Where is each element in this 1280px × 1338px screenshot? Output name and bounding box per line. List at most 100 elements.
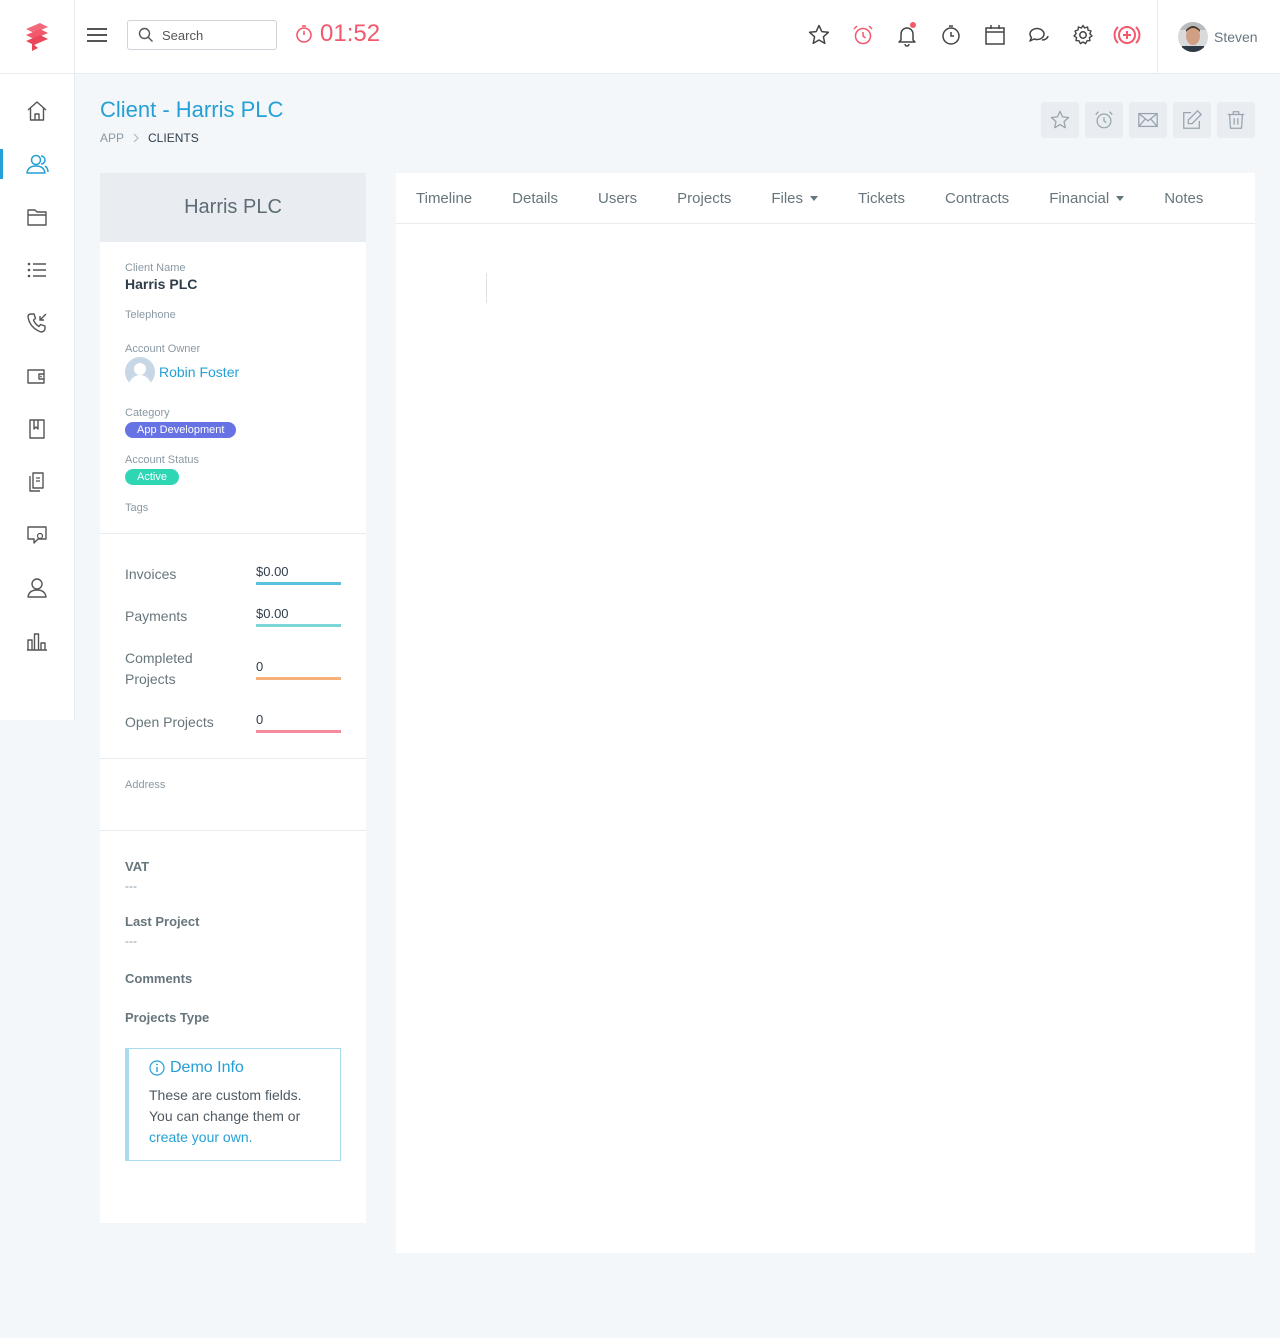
support-icon (27, 525, 47, 544)
stat-label: Completed Projects (125, 650, 193, 687)
user-menu[interactable]: Steven (1157, 0, 1280, 73)
menu-toggle-icon[interactable] (86, 24, 108, 46)
stat-value: 0 (256, 712, 341, 733)
users-icon (26, 154, 49, 174)
vat-value: --- (125, 879, 137, 893)
account-owner[interactable]: Robin Foster (125, 357, 341, 387)
action-buttons (1041, 102, 1261, 138)
edit-icon (1183, 110, 1202, 129)
demo-info-box: Demo Info These are custom fields. You c… (125, 1048, 341, 1161)
top-icons (797, 22, 1149, 48)
star-icon (808, 24, 830, 45)
notifications-button[interactable] (885, 22, 929, 48)
projects-type-label: Projects Type (125, 1010, 210, 1025)
messages-button[interactable] (1017, 22, 1061, 48)
trash-icon (1227, 111, 1245, 129)
tab-financial[interactable]: Financial (1049, 189, 1125, 207)
tab-label: Files (771, 189, 804, 207)
delete-button[interactable] (1217, 102, 1255, 138)
sidebar-item-team[interactable] (0, 561, 74, 614)
bar-chart-icon (27, 632, 47, 651)
last-project-label: Last Project (125, 914, 200, 929)
sidebar-item-knowledgebase[interactable] (0, 402, 74, 455)
pin-button[interactable] (1041, 102, 1079, 138)
sidebar-item-sales[interactable] (0, 349, 74, 402)
star-icon (1050, 110, 1070, 129)
client-details-panel: Harris PLC Client Name Harris PLC Teleph… (100, 173, 366, 1223)
stat-value: 0 (256, 659, 341, 680)
stat-label: Open Projects (125, 713, 214, 730)
tab-details[interactable]: Details (512, 190, 558, 207)
search-input[interactable] (162, 27, 272, 43)
calendar-button[interactable] (973, 22, 1017, 48)
category-badge: App Development (125, 422, 237, 438)
settings-button[interactable] (1061, 22, 1105, 48)
timers-button[interactable] (929, 22, 973, 48)
email-button[interactable] (1129, 102, 1167, 138)
stopwatch-icon (296, 25, 312, 43)
tab-label: Contracts (944, 189, 1010, 207)
add-new-button[interactable] (1105, 22, 1149, 48)
timer[interactable]: 01:52 (294, 20, 380, 48)
demo-info-text: These are custom fields. You can change … (149, 1085, 322, 1148)
tab-label: Details (512, 189, 558, 207)
tab-users[interactable]: Users (598, 190, 637, 207)
vat-label: VAT (125, 859, 150, 874)
sidebar-item-tasks[interactable] (0, 243, 74, 296)
stat-open-projects: Open Projects 0 (125, 700, 341, 744)
stat-label: Payments (125, 607, 188, 624)
last-project-value: --- (125, 934, 137, 948)
info-icon (149, 1060, 165, 1076)
chat-icon (1029, 27, 1049, 42)
tab-tickets[interactable]: Tickets (858, 190, 905, 207)
tags-label: Tags (125, 502, 149, 514)
caret-down-icon (1116, 195, 1125, 201)
stat-payments: Payments $0.00 (125, 594, 341, 638)
sidebar-item-leads[interactable] (0, 296, 74, 349)
telephone-label: Telephone (125, 309, 176, 321)
notification-dot (910, 22, 916, 28)
stat-value: $0.00 (256, 564, 341, 585)
breadcrumb-app[interactable]: APP (100, 131, 124, 145)
tab-label: Users (598, 189, 638, 207)
tab-timeline[interactable]: Timeline (416, 190, 472, 207)
address-label: Address (125, 779, 166, 791)
sidebar-item-contracts[interactable] (0, 455, 74, 508)
stats-section: Invoices $0.00 Payments $0.00 Completed … (100, 534, 366, 759)
stat-completed-projects: Completed Projects 0 (125, 638, 341, 700)
tab-bar: Timeline Details Users Projects Files Ti… (396, 173, 1255, 224)
list-icon (27, 262, 46, 277)
demo-title-text: Demo Info (170, 1059, 244, 1076)
reminders-button[interactable] (841, 22, 885, 48)
account-owner-label: Account Owner (125, 343, 201, 355)
demo-text: These are custom fields. You can change … (149, 1087, 302, 1124)
reminder-button[interactable] (1085, 102, 1123, 138)
sidebar-item-tickets[interactable] (0, 508, 74, 561)
avatar (1178, 21, 1208, 52)
calendar-icon (985, 25, 1005, 45)
stat-value: $0.00 (256, 606, 341, 627)
main-panel: Timeline Details Users Projects Files Ti… (396, 173, 1255, 1253)
demo-info-title: Demo Info (149, 1059, 322, 1077)
top-bar: 01:52 Steven (0, 0, 1280, 74)
comments-label: Comments (125, 971, 193, 986)
category-label: Category (125, 407, 170, 419)
tab-projects[interactable]: Projects (677, 190, 731, 207)
breadcrumb-current: CLIENTS (148, 131, 199, 145)
sidebar-item-reports[interactable] (0, 614, 74, 667)
sidebar-item-clients[interactable] (0, 137, 74, 190)
chevron-right-icon (132, 133, 140, 143)
logo[interactable] (0, 0, 75, 73)
tab-notes[interactable]: Notes (1164, 190, 1203, 207)
sidebar-item-projects[interactable] (0, 190, 74, 243)
edit-button[interactable] (1173, 102, 1211, 138)
tab-label: Financial (1049, 189, 1110, 207)
sidebar-item-home[interactable] (0, 84, 74, 137)
favorites-button[interactable] (797, 22, 841, 48)
tab-files[interactable]: Files (771, 189, 819, 207)
gear-icon (1073, 24, 1093, 45)
create-custom-fields-link[interactable]: create your own. (149, 1129, 253, 1145)
tab-contracts[interactable]: Contracts (945, 190, 1009, 207)
logo-icon (26, 22, 48, 51)
tab-label: Timeline (416, 189, 473, 207)
